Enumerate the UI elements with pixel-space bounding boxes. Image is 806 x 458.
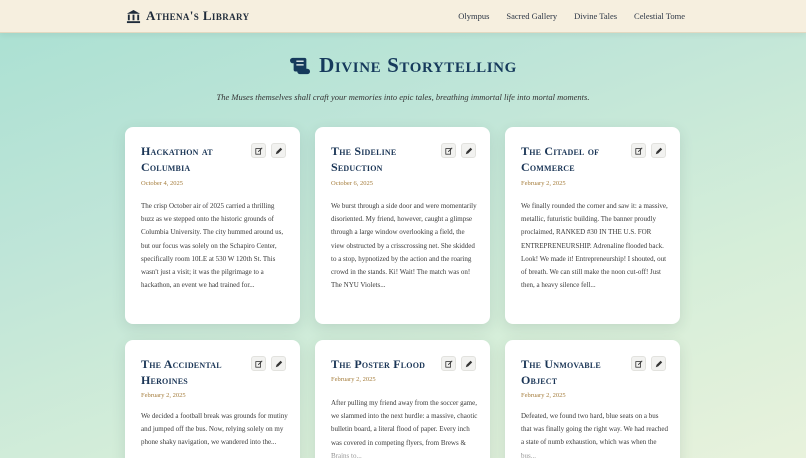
story-excerpt: After pulling my friend away from the so… [331,397,479,458]
card-actions [441,143,476,158]
edit-story-button[interactable] [441,356,456,371]
edit-square-icon [254,359,263,368]
nav-link-divine-tales[interactable]: Divine Tales [574,11,617,21]
story-title: The Citadel of Commerce [521,144,600,174]
brand-logo-link[interactable]: Athena's Library [126,8,250,24]
story-card[interactable]: The Poster Flood February 2, 2025 After … [315,340,490,458]
write-story-button[interactable] [461,356,476,371]
pencil-icon [465,147,472,154]
pencil-icon [655,147,662,154]
top-navbar: Athena's Library Olympus Sacred Gallery … [0,0,806,33]
write-story-button[interactable] [271,143,286,158]
story-excerpt: We finally rounded the corner and saw it… [521,200,669,318]
story-date: February 2, 2025 [141,392,186,399]
pencil-icon [275,360,282,367]
story-title: The Accidental Heroines [141,357,222,387]
story-card[interactable]: The Unmovable Object February 2, 2025 De… [505,340,680,458]
edit-square-icon [444,359,453,368]
pencil-icon [655,360,662,367]
write-story-button[interactable] [271,356,286,371]
story-card[interactable]: The Accidental Heroines February 2, 2025… [125,340,300,458]
write-story-button[interactable] [651,356,666,371]
story-card[interactable]: The Sideline Seduction October 6, 2025 W… [315,127,490,324]
story-date: October 6, 2025 [331,180,374,187]
nav-link-olympus[interactable]: Olympus [458,11,489,21]
story-excerpt: The crisp October air of 2025 carried a … [141,200,289,318]
card-actions [631,356,666,371]
pencil-icon [465,360,472,367]
page-title-text: Divine Storytelling [319,53,517,77]
nav-links: Olympus Sacred Gallery Divine Tales Cele… [458,11,685,21]
write-story-button[interactable] [461,143,476,158]
edit-story-button[interactable] [251,356,266,371]
story-excerpt: Defeated, we found two hard, blue seats … [521,410,669,458]
brand-name: Athena's Library [146,8,250,23]
edit-story-button[interactable] [251,143,266,158]
page-subtitle: The Muses themselves shall craft your me… [216,92,590,102]
card-actions [251,143,286,158]
story-date: February 2, 2025 [521,392,566,399]
edit-story-button[interactable] [631,356,646,371]
story-card[interactable]: Hackathon at Columbia October 4, 2025 Th… [125,127,300,324]
edit-story-button[interactable] [631,143,646,158]
nav-link-sacred-gallery[interactable]: Sacred Gallery [506,11,557,21]
write-story-button[interactable] [651,143,666,158]
story-excerpt: We decided a football break was grounds … [141,410,289,458]
story-date: February 2, 2025 [331,376,376,383]
temple-icon [126,9,141,23]
scroll-icon [290,57,311,74]
edit-story-button[interactable] [441,143,456,158]
edit-square-icon [634,146,643,155]
story-card[interactable]: The Citadel of Commerce February 2, 2025… [505,127,680,324]
story-title: Hackathon at Columbia [141,144,213,174]
edit-square-icon [634,359,643,368]
card-actions [251,356,286,371]
story-excerpt: We burst through a side door and were mo… [331,200,479,318]
story-title: The Sideline Seduction [331,144,397,174]
story-date: October 4, 2025 [141,180,184,187]
nav-link-celestial-tome[interactable]: Celestial Tome [634,11,685,21]
story-title: The Poster Flood [331,357,426,371]
card-actions [441,356,476,371]
edit-square-icon [444,146,453,155]
card-actions [631,143,666,158]
story-title: The Unmovable Object [521,357,601,387]
page-title: Divine Storytelling [0,53,806,78]
edit-square-icon [254,146,263,155]
pencil-icon [275,147,282,154]
story-date: February 2, 2025 [521,180,566,187]
